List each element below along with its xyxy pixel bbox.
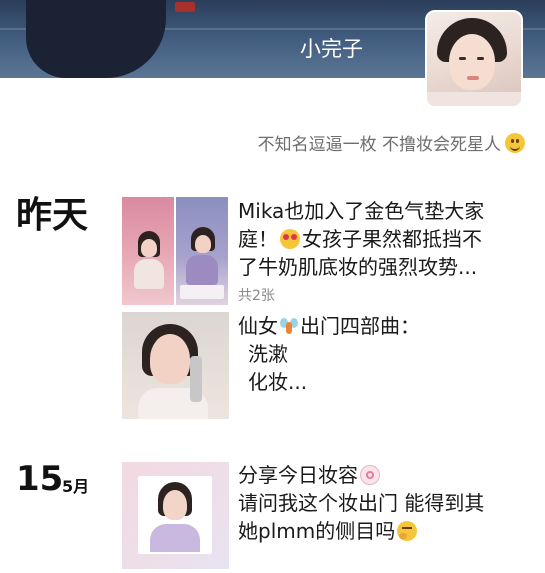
post3-line-1-text: 分享今日妆容 <box>238 463 358 487</box>
post3-line-1: 分享今日妆容 <box>238 461 530 489</box>
post2-text[interactable]: 仙女 出门四部曲： 洗漱 化妆... <box>238 312 528 396</box>
cover-figure <box>26 0 166 78</box>
date-month: 5月 <box>62 477 90 496</box>
post1-image-count: 共2张 <box>238 288 275 304</box>
profile-signature: 不知名逗逼一枚 不撸妆会死星人 <box>258 130 525 155</box>
post3-line-3-text: 她plmm的侧目吗 <box>238 519 396 543</box>
smile-emoji <box>505 132 525 153</box>
post3-line-2: 请问我这个妆出门 能得到其 <box>238 491 485 515</box>
post1-line-2-rest: 女孩子果然都抵挡不 <box>302 227 482 251</box>
post1-text[interactable]: Mika也加入了金色气垫大家 庭！ 女孩子果然都抵挡不 了牛奶肌底妆的强烈攻势..… <box>238 197 528 281</box>
signature-text: 不知名逗逼一枚 不撸妆会死星人 <box>257 135 501 155</box>
avatar-eye-left <box>459 57 466 60</box>
post1-line-3: 了牛奶肌底妆的强烈攻势... <box>238 255 478 279</box>
avatar-shoulder <box>427 92 521 106</box>
post1-thumbnail-1[interactable] <box>122 197 174 305</box>
moments-profile-page: 小完子 不知名逗逼一枚 不撸妆会死星人 昨天 Mika也加入了金色气垫大家 庭！… <box>0 0 545 573</box>
post2-title: 仙女 <box>238 314 278 338</box>
thinking-emoji <box>397 521 418 541</box>
post3-thumbnail[interactable] <box>122 462 229 569</box>
fairy-emoji <box>280 314 298 336</box>
post2-line-2: 化妆... <box>248 370 308 394</box>
post2-title-suffix: 出门四部曲： <box>300 314 420 338</box>
post2-thumbnail[interactable] <box>122 312 229 419</box>
post1-line-1: Mika也加入了金色气垫大家 <box>238 199 485 223</box>
profile-nickname[interactable]: 小完子 <box>300 36 363 62</box>
avatar-face <box>449 34 495 90</box>
lollipop-emoji <box>360 465 380 485</box>
date-label-yesterday: 昨天 <box>16 195 89 236</box>
heart-eyes-emoji <box>280 229 300 249</box>
post3-text[interactable]: 分享今日妆容 请问我这个妆出门 能得到其 她plmm的侧目吗 <box>238 461 530 545</box>
post1-line-2: 庭！ 女孩子果然都抵挡不 <box>238 225 528 253</box>
post1-line-2-text: 庭！ <box>238 227 278 251</box>
post2-line-1: 洗漱 <box>248 342 288 366</box>
post2-title-line: 仙女 出门四部曲： <box>238 312 528 340</box>
avatar[interactable] <box>425 10 523 108</box>
avatar-lips <box>467 76 479 80</box>
post3-line-3: 她plmm的侧目吗 <box>238 517 530 545</box>
cover-accent <box>175 2 195 12</box>
date-day: 15 <box>16 459 64 499</box>
avatar-eye-right <box>477 57 484 60</box>
post1-thumbnail-2[interactable] <box>176 197 228 305</box>
